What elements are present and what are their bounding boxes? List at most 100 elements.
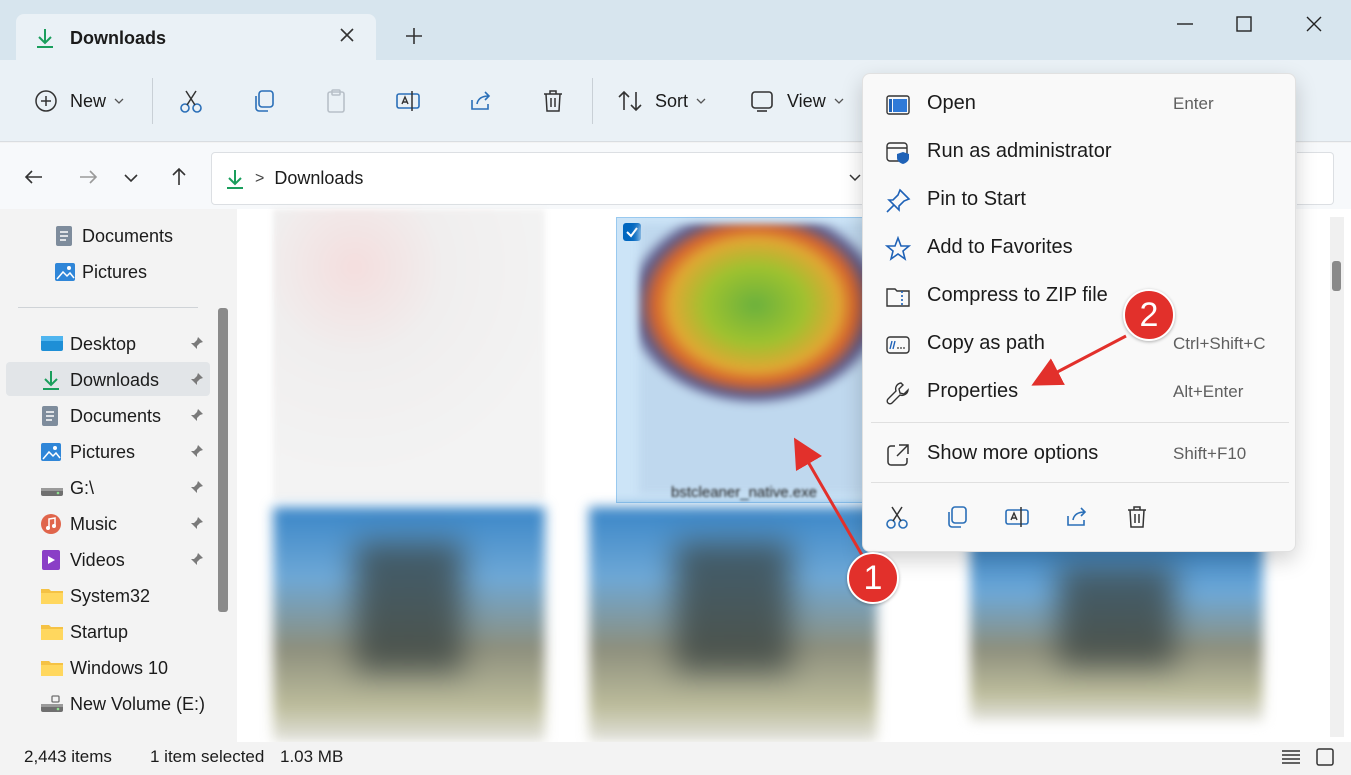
chevron-down-icon	[696, 96, 706, 106]
file-thumbnail[interactable]	[273, 507, 545, 742]
close-icon[interactable]	[338, 26, 356, 44]
sort-button[interactable]: Sort	[617, 60, 706, 142]
forward-button[interactable]	[76, 165, 100, 189]
videos-icon	[40, 549, 62, 571]
file-name: bstcleaner_native.exe	[671, 484, 817, 501]
menu-delete-button[interactable]	[1124, 504, 1152, 532]
menu-item-pin-to-start[interactable]: Pin to Start	[871, 178, 1289, 222]
context-menu: Open Enter Run as administrator Pin to S…	[862, 73, 1296, 552]
back-button[interactable]	[22, 165, 46, 189]
sort-label: Sort	[655, 90, 689, 111]
selection-size: 1.03 MB	[280, 747, 344, 766]
file-thumbnail[interactable]	[589, 507, 877, 742]
sidebar-item-windows-10[interactable]: Windows 10	[6, 650, 210, 684]
pin-icon	[885, 188, 911, 214]
sidebar-item-desktop[interactable]: Desktop	[6, 326, 210, 360]
clipboard-icon	[323, 88, 349, 114]
pin-icon[interactable]	[190, 552, 204, 566]
rename-icon	[395, 88, 421, 114]
menu-item-open[interactable]: Open Enter	[871, 82, 1289, 126]
menu-share-button[interactable]	[1064, 504, 1092, 532]
sidebar-item-music[interactable]: Music	[6, 506, 210, 540]
menu-rename-button[interactable]	[1004, 504, 1032, 532]
share-button[interactable]	[468, 60, 494, 142]
pin-icon[interactable]	[190, 444, 204, 458]
separator	[152, 78, 153, 124]
menu-separator	[871, 422, 1289, 423]
pin-icon[interactable]	[190, 516, 204, 530]
sidebar-scrollbar[interactable]	[218, 308, 228, 612]
title-bar: Downloads	[0, 0, 1351, 62]
close-window-icon[interactable]	[1302, 12, 1326, 36]
file-thumbnail[interactable]	[970, 539, 1263, 721]
sidebar-item-label: Downloads	[70, 370, 160, 390]
sidebar-item-system32[interactable]: System32	[6, 578, 210, 612]
sidebar-item-label: Music	[70, 514, 118, 534]
sidebar-item-downloads[interactable]: Downloads	[6, 362, 210, 396]
content-scrollbar[interactable]	[1330, 217, 1344, 737]
tiles-view-icon[interactable]	[1315, 747, 1335, 767]
pin-icon[interactable]	[190, 408, 204, 422]
scrollbar-thumb[interactable]	[1332, 261, 1341, 291]
drive-icon	[40, 693, 63, 715]
sidebar-item-g-drive[interactable]: G:\	[6, 470, 210, 504]
sidebar-item-startup[interactable]: Startup	[6, 614, 210, 648]
new-button[interactable]: New	[34, 60, 124, 142]
view-button[interactable]: View	[749, 60, 844, 142]
breadcrumb[interactable]: Downloads	[274, 168, 363, 189]
menu-item-copy-as-path[interactable]: Copy as path Ctrl+Shift+C	[871, 322, 1289, 366]
minimize-icon[interactable]	[1173, 12, 1197, 36]
up-button[interactable]	[167, 165, 191, 189]
menu-item-add-to-favorites[interactable]: Add to Favorites	[871, 226, 1289, 270]
pin-icon[interactable]	[190, 372, 204, 386]
sidebar-item-videos[interactable]: Videos	[6, 542, 210, 576]
sidebar-item-label: Windows 10	[70, 658, 169, 678]
menu-item-shortcut: Shift+F10	[1173, 444, 1247, 463]
sidebar-item-documents-quick[interactable]: Documents	[6, 218, 210, 252]
menu-copy-button[interactable]	[944, 504, 972, 532]
sidebar-item-label: Startup	[70, 622, 129, 642]
sidebar-item-new-volume-e[interactable]: New Volume (E:)	[6, 686, 210, 720]
chevron-down-icon[interactable]	[848, 172, 862, 184]
paste-button[interactable]	[323, 60, 349, 142]
new-tab-button[interactable]	[402, 24, 426, 48]
open-icon	[885, 92, 911, 118]
sidebar-item-pictures-quick[interactable]: Pictures	[6, 254, 210, 288]
share-icon	[1067, 507, 1087, 526]
search-input[interactable]	[1297, 152, 1334, 205]
details-view-icon[interactable]	[1281, 748, 1301, 766]
address-bar[interactable]: > Downloads	[211, 152, 871, 205]
new-label: New	[70, 90, 107, 111]
menu-item-label: Copy as path	[927, 332, 1045, 354]
cut-button[interactable]	[178, 60, 204, 142]
drive-icon	[40, 477, 63, 499]
maximize-icon[interactable]	[1232, 12, 1256, 36]
tab-title: Downloads	[70, 27, 167, 48]
copy-path-icon	[885, 332, 911, 358]
copy-button[interactable]	[251, 60, 277, 142]
chevron-down-icon	[114, 96, 124, 106]
delete-button[interactable]	[540, 60, 566, 142]
file-thumbnail[interactable]	[273, 209, 545, 499]
menu-item-properties[interactable]: Properties Alt+Enter	[871, 370, 1289, 414]
pin-icon[interactable]	[190, 336, 204, 350]
menu-cut-button[interactable]	[884, 504, 912, 532]
sidebar-item-label: Desktop	[70, 334, 137, 354]
shield-icon	[885, 140, 911, 166]
selected-file-tile[interactable]: bstcleaner_native.exe	[616, 217, 871, 503]
recent-locations-chevron-icon[interactable]	[122, 171, 140, 185]
sidebar-item-documents[interactable]: Documents	[6, 398, 210, 432]
copy-icon	[948, 506, 967, 528]
copy-icon	[251, 88, 277, 114]
navigation-pane: Documents Pictures Desktop Downloads Doc…	[0, 209, 237, 742]
breadcrumb-separator: >	[255, 169, 265, 187]
rename-button[interactable]	[395, 60, 421, 142]
menu-item-show-more-options[interactable]: Show more options Shift+F10	[871, 432, 1289, 476]
pin-icon[interactable]	[190, 480, 204, 494]
sort-icon	[617, 88, 643, 114]
menu-item-compress-to-zip[interactable]: Compress to ZIP file	[871, 274, 1289, 318]
tab-downloads[interactable]: Downloads	[16, 14, 376, 62]
menu-item-run-as-administrator[interactable]: Run as administrator	[871, 130, 1289, 174]
download-icon	[40, 369, 62, 391]
sidebar-item-pictures[interactable]: Pictures	[6, 434, 210, 468]
